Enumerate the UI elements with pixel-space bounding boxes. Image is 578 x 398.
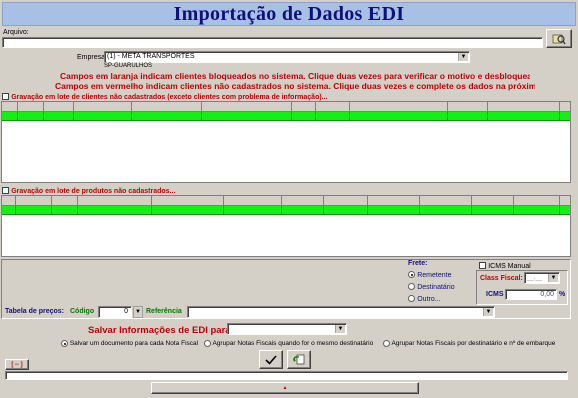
empresa-city: SP-GUARULHOS <box>104 63 153 69</box>
frete-radio-remetente[interactable] <box>408 271 415 279</box>
frete-radio-destinatario[interactable] <box>408 283 415 291</box>
salvar-select[interactable]: ▼ <box>227 323 347 335</box>
referencia-select[interactable]: ▼ <box>187 306 495 318</box>
browse-file-button[interactable] <box>546 29 572 48</box>
produtos-batch-checkbox[interactable] <box>2 187 9 195</box>
clientes-batch-option[interactable]: Gravação em lote de clientes não cadastr… <box>2 92 328 101</box>
expand-up-icon: ▲ <box>282 385 288 391</box>
frete-label: Frete: <box>408 260 428 267</box>
produtos-batch-option[interactable]: Gravação em lote de produtos não cadastr… <box>2 186 175 195</box>
codigo-input[interactable]: 0 <box>98 306 132 318</box>
produtos-batch-label: Gravação em lote de produtos não cadastr… <box>11 188 176 195</box>
salvar-option-mesmo-destinatario[interactable]: Agrupar Notas Fiscais quando for o mesmo… <box>204 340 373 347</box>
frete-option-remetente[interactable]: Remetente <box>408 270 451 279</box>
clientes-batch-label: Gravação em lote de clientes não cadastr… <box>11 94 328 101</box>
warning-nao-cadastrados: Campos em vermelho indicam clientes não … <box>55 81 535 91</box>
empresa-label: Empresa: <box>77 54 107 61</box>
frete-option-outro[interactable]: Outro... <box>408 294 441 303</box>
clientes-batch-checkbox[interactable] <box>2 93 9 101</box>
produtos-grid[interactable] <box>1 195 571 257</box>
page-title: Importação de Dados EDI <box>173 2 405 25</box>
class-fiscal-value: __.__ <box>527 275 543 281</box>
table-row[interactable] <box>2 112 570 121</box>
warning-bloqueados: Campos em laranja indicam clientes bloqu… <box>60 71 530 81</box>
frete-outro-label: Outro... <box>417 296 441 303</box>
clientes-grid[interactable] <box>1 101 571 183</box>
frete-option-destinatario[interactable]: Destinatário <box>408 282 455 291</box>
salvar-option-cada-nf-label: Salvar um documento para cada Nota Fisca… <box>69 340 199 348</box>
page-title-bar: Importação de Dados EDI <box>2 2 576 26</box>
class-fiscal-label: Class Fiscal: <box>480 275 523 282</box>
empresa-value: (1) - META TRANSPORTES <box>107 53 195 60</box>
expand-panel-button[interactable]: ▲ <box>151 382 419 394</box>
arquivo-label: Arquivo: <box>3 29 29 36</box>
chevron-down-icon: ▼ <box>135 309 141 315</box>
icms-manual-checkbox[interactable] <box>479 262 486 270</box>
empresa-select[interactable]: (1) - META TRANSPORTES ▼ <box>104 51 470 63</box>
chevron-down-icon[interactable]: ▼ <box>483 308 493 316</box>
frete-remetente-label: Remetente <box>417 272 452 279</box>
undo-document-icon <box>293 354 305 364</box>
salvar-option-mesmo-destinatario-label: Agrupar Notas Fiscais quando for o mesmo… <box>212 340 374 348</box>
salvar-option-cada-nf[interactable]: Salvar um documento para cada Nota Fisca… <box>61 340 198 347</box>
arquivo-input[interactable] <box>2 37 543 48</box>
collapse-toggle-button[interactable]: [ -- ] <box>5 359 29 370</box>
checkmark-icon <box>265 354 277 365</box>
table-row[interactable] <box>2 206 570 215</box>
icms-manual-label: ICMS Manual <box>488 263 531 270</box>
class-fiscal-select[interactable]: __.__ ▼ <box>524 272 560 284</box>
salvar-radio-mesmo-destinatario[interactable] <box>204 340 211 347</box>
icms-input[interactable]: 0,00 <box>505 289 557 300</box>
codigo-label: Código <box>70 308 95 315</box>
icms-label: ICMS <box>486 291 504 298</box>
progress-bar <box>5 371 568 380</box>
search-folder-icon <box>552 34 566 44</box>
referencia-label: Referência <box>146 308 182 315</box>
clientes-grid-header <box>2 102 570 112</box>
chevron-down-icon[interactable]: ▼ <box>335 325 345 333</box>
salvar-option-embarque-label: Agrupar Notas Fiscais por destinatário e… <box>391 340 556 348</box>
icms-percent: % <box>559 291 566 298</box>
codigo-dropdown-button[interactable]: ▼ <box>133 306 143 318</box>
produtos-grid-header <box>2 196 570 206</box>
undo-button[interactable] <box>287 350 311 369</box>
tabela-precos-label: Tabela de preços: <box>5 308 65 315</box>
frete-radio-outro[interactable] <box>408 295 415 303</box>
salvar-option-embarque[interactable]: Agrupar Notas Fiscais por destinatário e… <box>383 340 555 347</box>
frete-destinatario-label: Destinatário <box>417 284 455 291</box>
salvar-radio-cada-nf[interactable] <box>61 340 68 347</box>
salvar-radio-embarque[interactable] <box>383 340 390 347</box>
chevron-down-icon[interactable]: ▼ <box>458 53 468 61</box>
confirm-button[interactable] <box>259 350 283 369</box>
chevron-down-icon[interactable]: ▼ <box>548 274 558 282</box>
icms-manual-option[interactable]: ICMS Manual <box>479 261 531 270</box>
salvar-label: Salvar Informações de EDI para: <box>88 325 234 336</box>
